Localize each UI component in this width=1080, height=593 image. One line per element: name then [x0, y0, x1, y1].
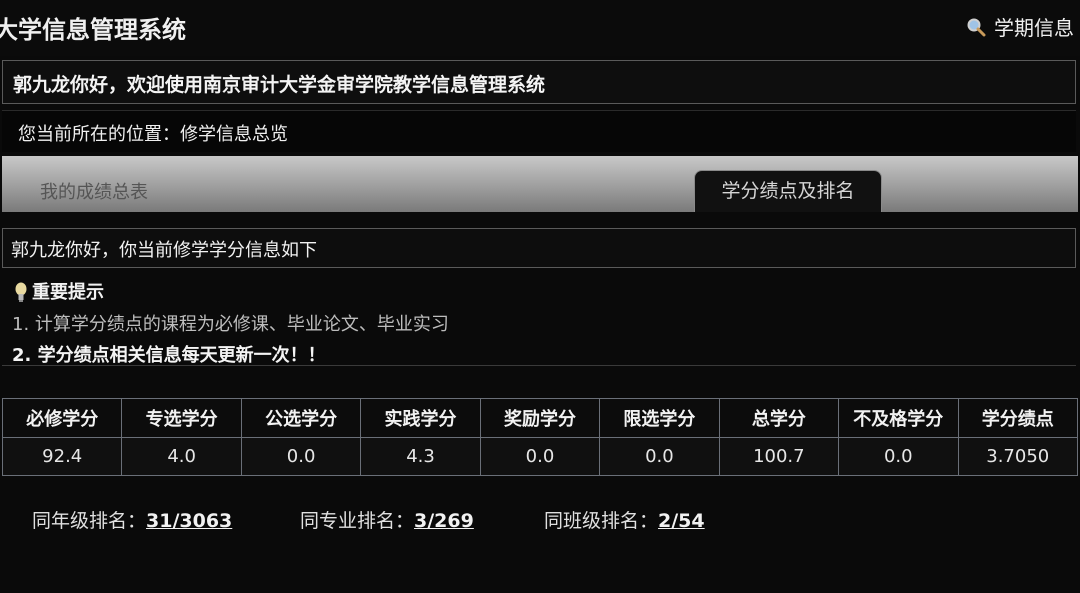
header-required-credits: 必修学分 [1, 398, 123, 438]
value-major-elective-credits: 4.0 [121, 437, 242, 476]
header-gpa: 学分绩点 [957, 398, 1078, 438]
app-title: 大学信息管理系统 [0, 16, 186, 44]
tips-title-label: 重要提示 [32, 282, 104, 303]
header-major-elective-credits: 专选学分 [121, 398, 242, 438]
tab-credit-gpa-ranking[interactable]: 学分绩点及排名 [694, 170, 882, 212]
term-info-label: 学期信息 [994, 16, 1074, 40]
subheading-text: 郭九龙你好，你当前修学学分信息如下 [11, 240, 317, 261]
value-required-credits: 92.4 [1, 437, 123, 476]
rank-major: 同专业排名：3/269 [300, 506, 474, 533]
rank-class-label: 同班级排名： [544, 510, 659, 532]
value-limited-elective-credits: 0.0 [599, 437, 720, 476]
tab-bar: 我的成绩总表 学分绩点及排名 [2, 156, 1078, 212]
search-icon [967, 18, 986, 36]
header-total-credits: 总学分 [718, 398, 840, 438]
tip-item-1: 1. 计算学分绩点的课程为必修课、毕业论文、毕业实习 [12, 314, 449, 335]
breadcrumb: 您当前所在的位置：修学信息总览 [2, 110, 1076, 152]
table-header-row: 必修学分 专选学分 公选学分 实践学分 奖励学分 限选学分 总学分 不及格学分 … [1, 398, 1078, 438]
rank-class: 同班级排名：2/54 [544, 506, 705, 533]
value-practice-credits: 4.3 [360, 437, 481, 476]
value-failed-credits: 0.0 [838, 437, 959, 476]
tip-item-2: 2. 学分绩点相关信息每天更新一次！！ [12, 345, 326, 366]
header-limited-elective-credits: 限选学分 [599, 398, 720, 438]
tips-title: 重要提示 [14, 278, 104, 304]
rankings: 同年级排名：31/3063 同专业排名：3/269 同班级排名：2/54 [32, 506, 1072, 536]
rank-grade-label: 同年级排名： [32, 510, 147, 532]
location-text: 您当前所在的位置：修学信息总览 [18, 124, 288, 145]
header-reward-credits: 奖励学分 [479, 398, 601, 438]
rank-major-label: 同专业排名： [300, 510, 415, 532]
lightbulb-icon [15, 282, 27, 302]
top-bar: 大学信息管理系统 学期信息 [0, 0, 1080, 56]
table-row: 92.4 4.0 0.0 4.3 0.0 0.0 100.7 0.0 3.705… [1, 437, 1078, 476]
credits-table: 必修学分 专选学分 公选学分 实践学分 奖励学分 限选学分 总学分 不及格学分 … [1, 398, 1078, 476]
value-gpa: 3.7050 [957, 437, 1078, 476]
header-public-elective-credits: 公选学分 [240, 398, 362, 438]
welcome-bar: 郭九龙你好，欢迎使用南京审计大学金审学院教学信息管理系统 [2, 60, 1076, 104]
header-practice-credits: 实践学分 [360, 398, 481, 438]
section-subheading: 郭九龙你好，你当前修学学分信息如下 [2, 228, 1076, 268]
value-total-credits: 100.7 [718, 437, 840, 476]
value-public-elective-credits: 0.0 [240, 437, 362, 476]
header-failed-credits: 不及格学分 [838, 398, 959, 438]
rank-class-value[interactable]: 2/54 [658, 510, 705, 532]
tab-grade-summary[interactable]: 我的成绩总表 [40, 178, 148, 204]
rank-grade: 同年级排名：31/3063 [32, 506, 232, 533]
rank-major-value[interactable]: 3/269 [414, 510, 474, 532]
term-info-link[interactable]: 学期信息 [966, 12, 1074, 41]
welcome-text: 郭九龙你好，欢迎使用南京审计大学金审学院教学信息管理系统 [13, 74, 546, 96]
tips-panel: 重要提示 1. 计算学分绩点的课程为必修课、毕业论文、毕业实习 2. 学分绩点相… [2, 270, 1076, 366]
value-reward-credits: 0.0 [479, 437, 601, 476]
rank-grade-value[interactable]: 31/3063 [146, 510, 232, 532]
